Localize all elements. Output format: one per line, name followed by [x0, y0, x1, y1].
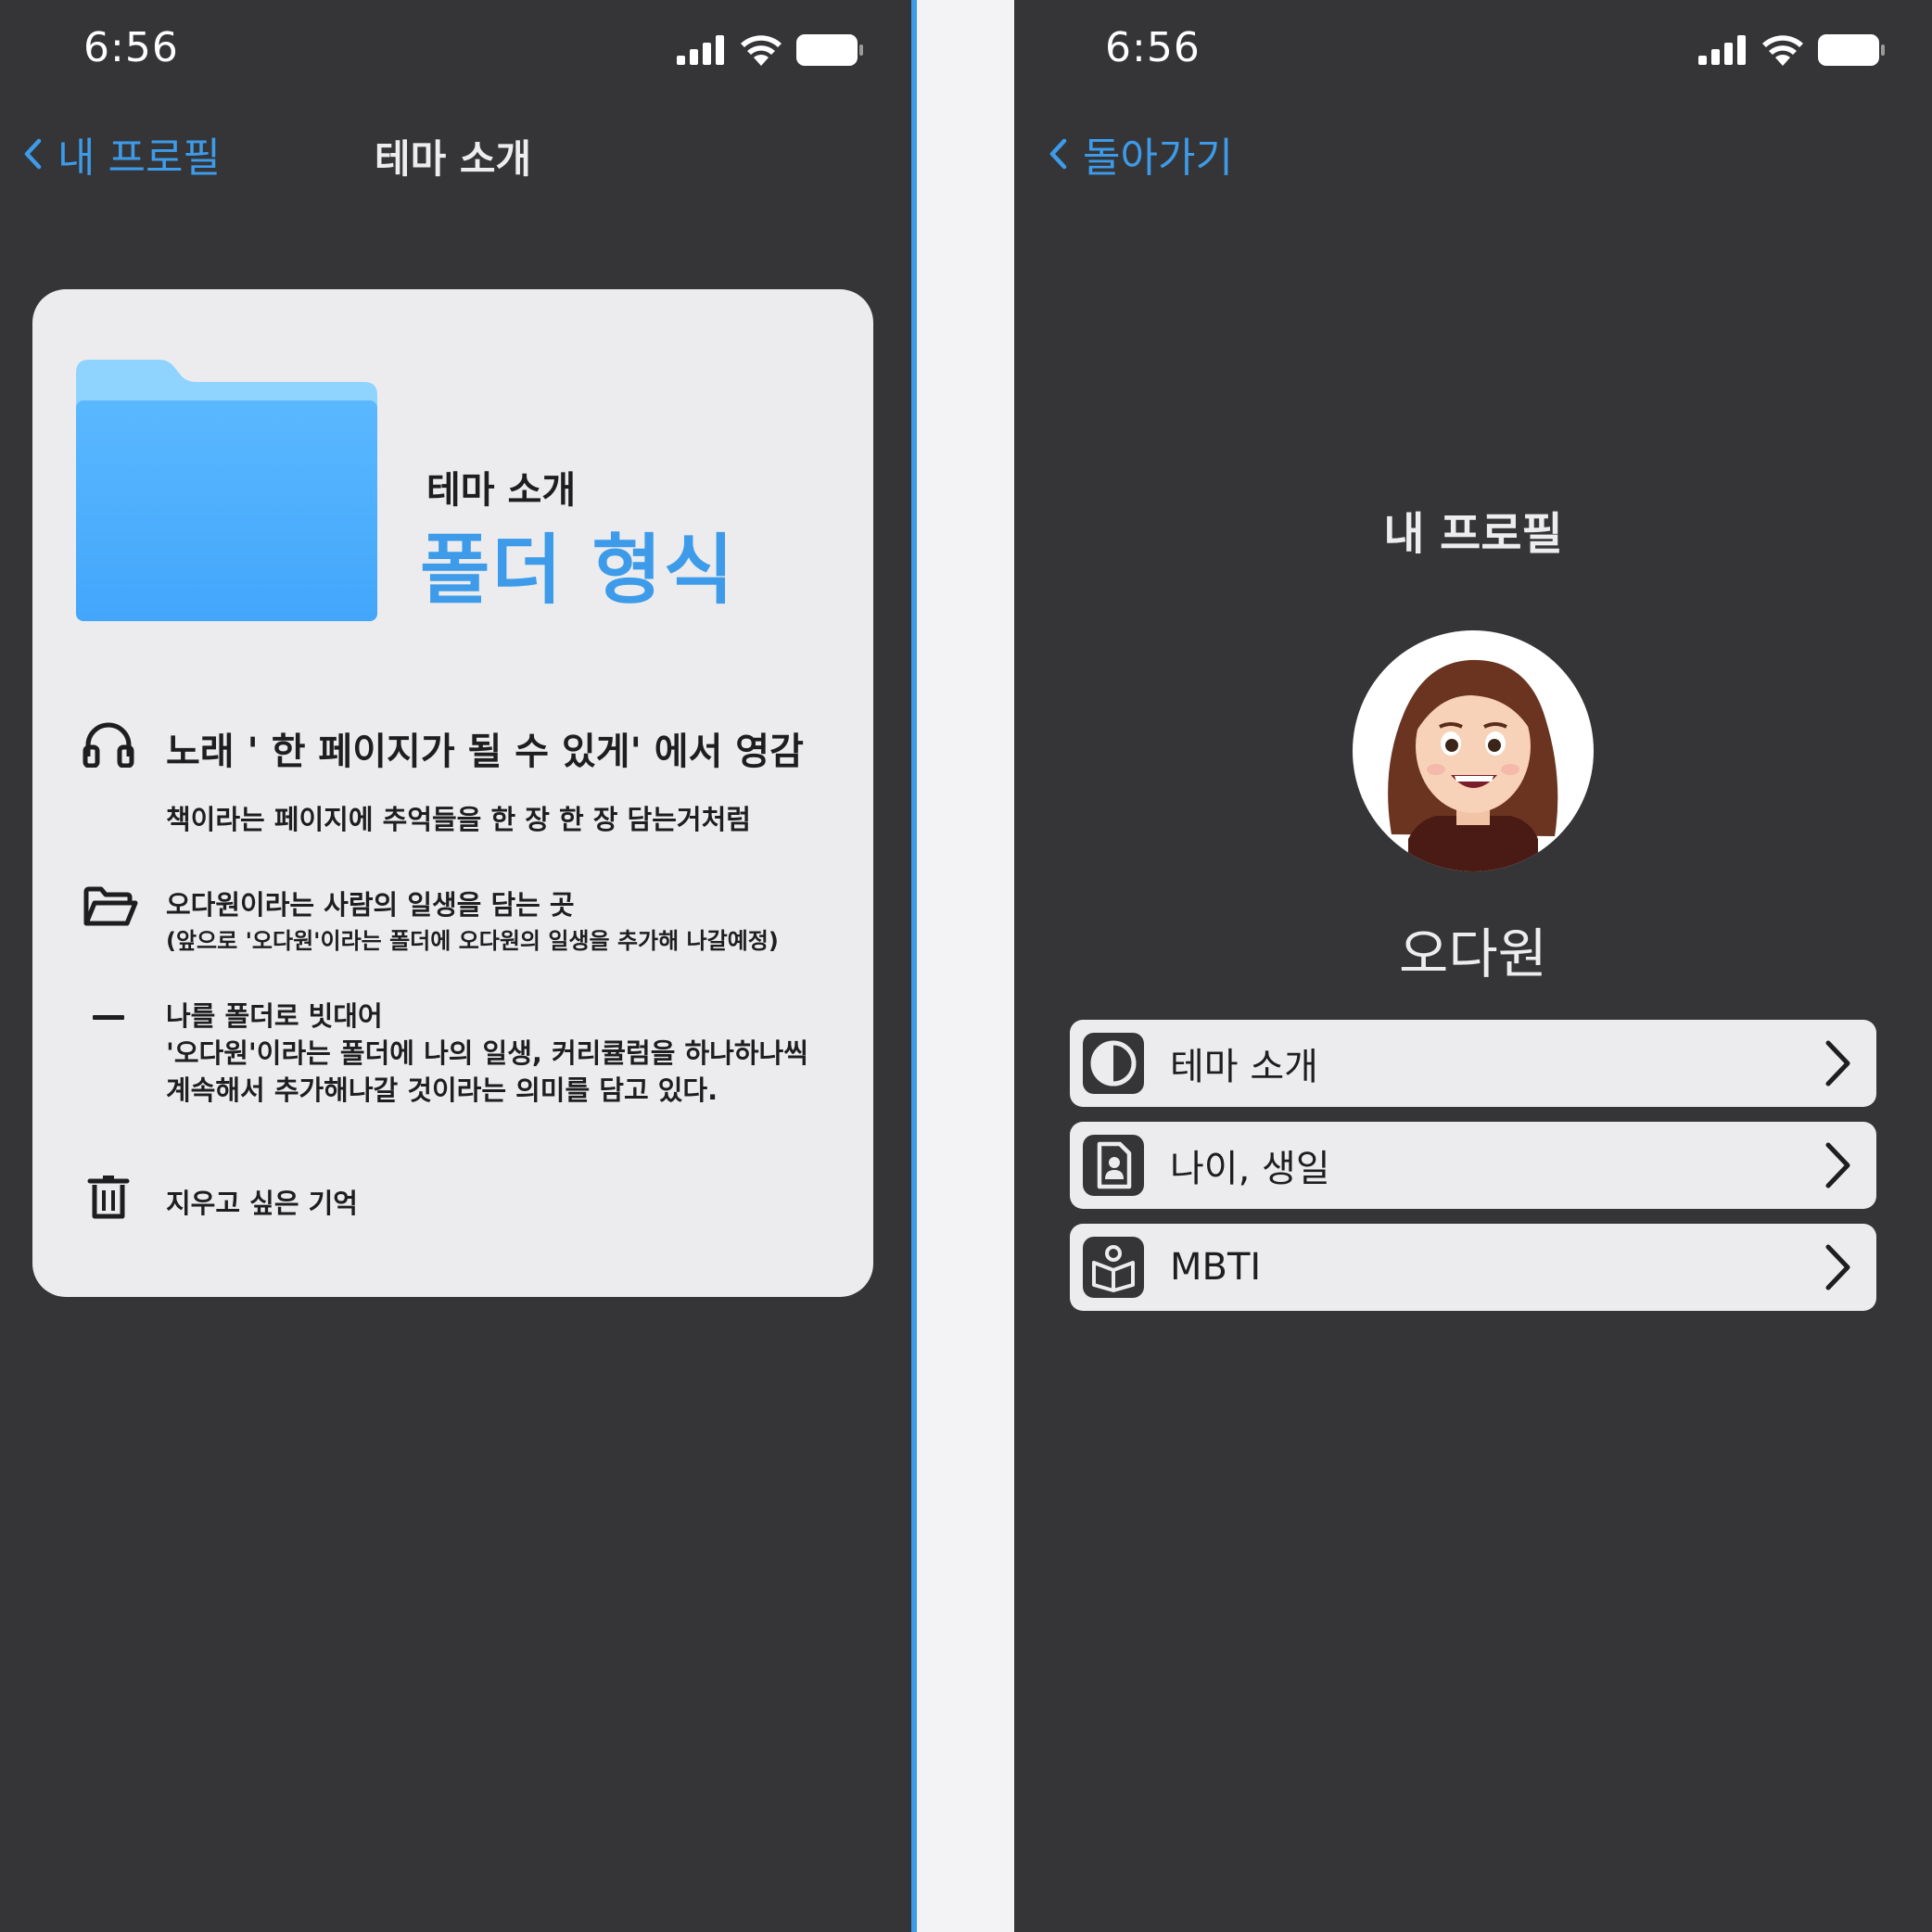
chevron-left-icon [1049, 138, 1067, 170]
folder-icon [76, 360, 377, 621]
profile-screen: 6:56 돌아가기 내 프로필 오다원 테마 소개 나이, 생일 MBTI [1014, 0, 1932, 1932]
info-item-line: '오다원'이라는 폴더에 나의 일생, 커리큘럼을 하나하나씩 [166, 1037, 808, 1069]
theme-intro-screen: 6:56 내 프로필 테마 소개 테마 소개 폴더 형식 노래 ' 한 페이지가… [0, 0, 911, 1932]
chevron-right-icon [1825, 1142, 1850, 1188]
screen-gap [917, 0, 1014, 1932]
reading-person-icon [1092, 1245, 1135, 1292]
wifi-icon [1762, 35, 1803, 66]
menu-item-theme[interactable]: 테마 소개 [1070, 1020, 1876, 1107]
chevron-left-icon [24, 138, 42, 170]
trash-icon [87, 1176, 130, 1219]
chevron-right-icon [1825, 1040, 1850, 1087]
status-icons [677, 32, 864, 69]
info-item-purpose: 오다원이라는 사람의 일생을 담는 곳 (앞으로 '오다원'이라는 폴더에 오다… [83, 886, 779, 959]
nav-title: 테마 소개 [375, 136, 532, 182]
menu-item-label: 나이, 생일 [1170, 1148, 1330, 1190]
minus-icon [93, 1015, 124, 1020]
theme-intro-card: 테마 소개 폴더 형식 노래 ' 한 페이지가 될 수 있게' 에서 영감 책이… [32, 289, 873, 1297]
menu-item-label: MBTI [1170, 1246, 1262, 1289]
avatar[interactable] [1353, 630, 1594, 871]
back-button[interactable]: 내 프로필 [22, 124, 221, 184]
info-item-line: (앞으로 '오다원'이라는 폴더에 오다원의 일생을 추가해 나갈예정) [166, 928, 779, 954]
info-item-title: 지우고 싶은 기억 [166, 1188, 358, 1219]
back-button[interactable]: 돌아가기 [1048, 124, 1233, 184]
hero-title: 폴더 형식 [420, 527, 736, 615]
status-time: 6:56 [83, 24, 179, 71]
info-item-delete[interactable]: 지우고 싶은 기억 [83, 1174, 358, 1222]
menu-item-label: 테마 소개 [1170, 1046, 1318, 1088]
status-time: 6:56 [1105, 24, 1201, 71]
profile-title: 내 프로필 [1383, 508, 1563, 560]
menu-item-mbti[interactable]: MBTI [1070, 1224, 1876, 1311]
half-circle-icon [1090, 1040, 1137, 1087]
wifi-icon [741, 35, 782, 66]
back-button-label: 돌아가기 [1083, 134, 1233, 182]
folder-open-icon [83, 886, 138, 926]
headphones-icon [83, 722, 134, 768]
info-item-title: 나를 폴더로 빗대어 [166, 1000, 383, 1032]
status-icons [1698, 32, 1886, 69]
battery-icon [796, 34, 863, 66]
chevron-right-icon [1825, 1244, 1850, 1290]
info-item-title: 노래 ' 한 페이지가 될 수 있게' 에서 영감 [166, 731, 804, 773]
info-item-inspiration: 노래 ' 한 페이지가 될 수 있게' 에서 영감 책이라는 페이지에 추억들을… [83, 721, 804, 838]
profile-name: 오다원 [1398, 922, 1548, 985]
info-item-meaning: 나를 폴더로 빗대어 '오다원'이라는 폴더에 나의 일생, 커리큘럼을 하나하… [83, 998, 808, 1109]
hero-label: 테마 소개 [426, 469, 577, 512]
memoji-avatar-icon [1388, 659, 1558, 871]
menu-item-age-birthday[interactable]: 나이, 생일 [1070, 1122, 1876, 1209]
cellular-signal-icon [1698, 35, 1746, 65]
info-item-line: 책이라는 페이지에 추억들을 한 장 한 장 담는거처럼 [166, 804, 751, 835]
info-item-line: 계속해서 추가해나갈 것이라는 의미를 담고 있다. [166, 1074, 718, 1106]
id-card-icon [1097, 1141, 1132, 1189]
cellular-signal-icon [677, 35, 724, 65]
info-item-title: 오다원이라는 사람의 일생을 담는 곳 [166, 889, 575, 921]
back-button-label: 내 프로필 [57, 134, 221, 182]
battery-icon [1818, 34, 1885, 66]
